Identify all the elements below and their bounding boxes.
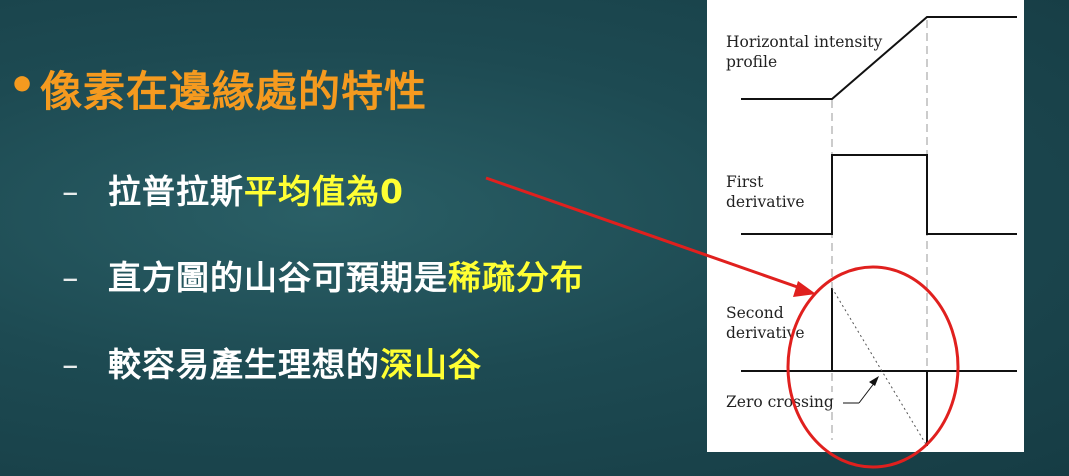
slide: • 像素在邊緣處的特性 – 拉普拉斯平均值為0 – 直方圖的山谷可預期是稀疏分布 –… xyxy=(0,0,1069,476)
dash-marker: – xyxy=(62,172,80,211)
zero-crossing-line xyxy=(831,287,928,447)
bullet-dot: • xyxy=(8,60,37,111)
first-derivative-label: First derivative xyxy=(726,173,805,211)
sub-item-valley-sparse: – 直方圖的山谷可預期是稀疏分布 xyxy=(62,251,584,299)
edge-profile-figure: Horizontal intensity profile First deriv… xyxy=(707,0,1024,452)
zero-crossing-arrowhead xyxy=(869,376,879,386)
second-derivative-label: Second derivative xyxy=(726,304,805,342)
slide-heading: 像素在邊緣處的特性 xyxy=(40,67,428,116)
sub-item-deep-valley: – 較容易產生理想的深山谷 xyxy=(62,338,482,386)
sub-item-highlight: 平均值為0 xyxy=(244,172,404,211)
sub-item-mean-zero: – 拉普拉斯平均值為0 xyxy=(62,165,404,213)
zero-crossing-pointer xyxy=(858,381,876,404)
dash-marker: – xyxy=(62,258,80,297)
sub-item-highlight: 深山谷 xyxy=(380,345,482,384)
sub-item-text: 拉普拉斯 xyxy=(108,172,244,211)
zero-crossing-label: Zero crossing xyxy=(726,392,834,412)
intensity-profile-label: Horizontal intensity profile xyxy=(726,33,883,71)
sub-item-text: 直方圖的山谷可預期是 xyxy=(108,258,448,297)
sub-item-highlight: 稀疏分布 xyxy=(448,258,584,297)
dash-marker: – xyxy=(62,345,80,384)
sub-item-text: 較容易產生理想的 xyxy=(108,345,380,384)
